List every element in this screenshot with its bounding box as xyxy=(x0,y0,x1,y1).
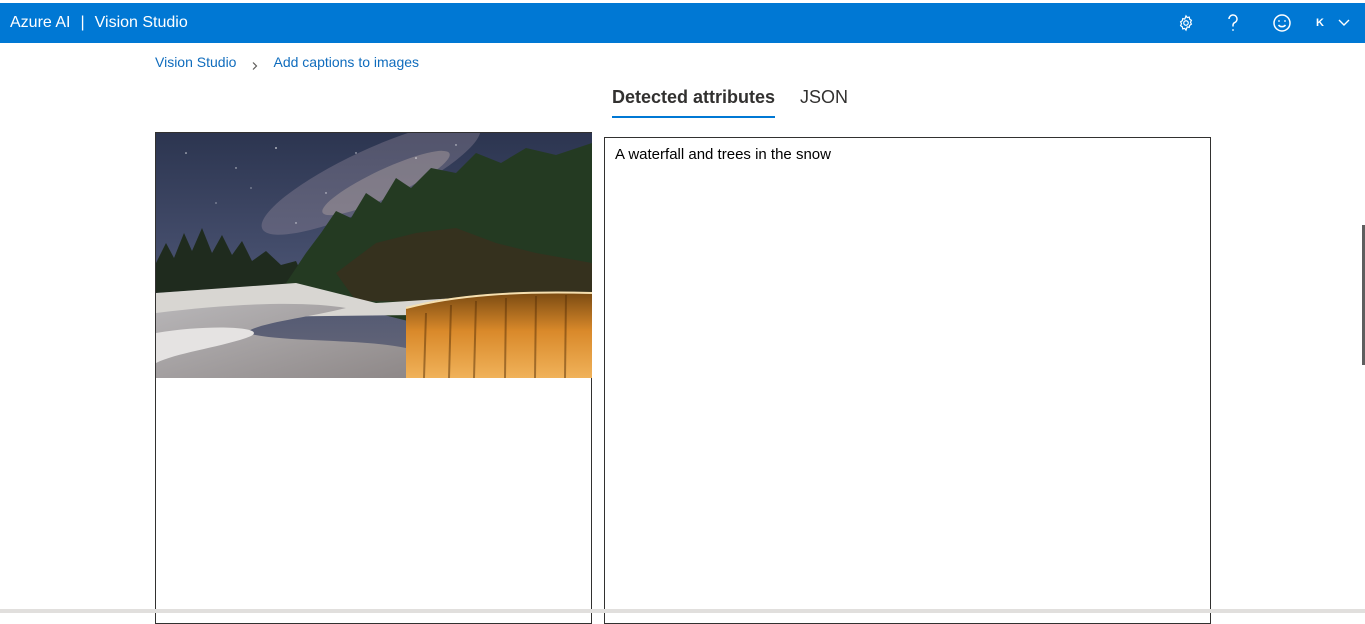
breadcrumb: Vision Studio Add captions to images xyxy=(155,54,419,71)
brand-name: Azure AI xyxy=(10,14,71,31)
product-name: Vision Studio xyxy=(94,14,188,31)
chevron-down-icon[interactable] xyxy=(1337,15,1353,31)
waterfall-night-photo xyxy=(156,133,592,378)
chevron-right-icon xyxy=(250,58,260,71)
breadcrumb-add-captions[interactable]: Add captions to images xyxy=(273,54,419,70)
title-separator: | xyxy=(80,14,85,31)
image-preview-panel xyxy=(155,132,592,624)
top-bar: Azure AI | Vision Studio K xyxy=(0,3,1365,43)
avatar[interactable]: K xyxy=(1316,3,1324,43)
feedback-smiley-icon[interactable] xyxy=(1270,11,1294,35)
bottom-edge xyxy=(0,609,1365,613)
tab-json[interactable]: JSON xyxy=(800,86,848,108)
help-icon[interactable] xyxy=(1221,11,1245,35)
active-tab-indicator xyxy=(612,116,775,118)
breadcrumb-vision-studio[interactable]: Vision Studio xyxy=(155,54,236,70)
detected-attributes-panel: A waterfall and trees in the snow xyxy=(604,137,1211,624)
caption-text: A waterfall and trees in the snow xyxy=(615,146,831,163)
tab-detected-attributes[interactable]: Detected attributes xyxy=(612,86,775,108)
app-title[interactable]: Azure AI | Vision Studio xyxy=(10,3,188,43)
gear-icon[interactable] xyxy=(1174,11,1198,35)
